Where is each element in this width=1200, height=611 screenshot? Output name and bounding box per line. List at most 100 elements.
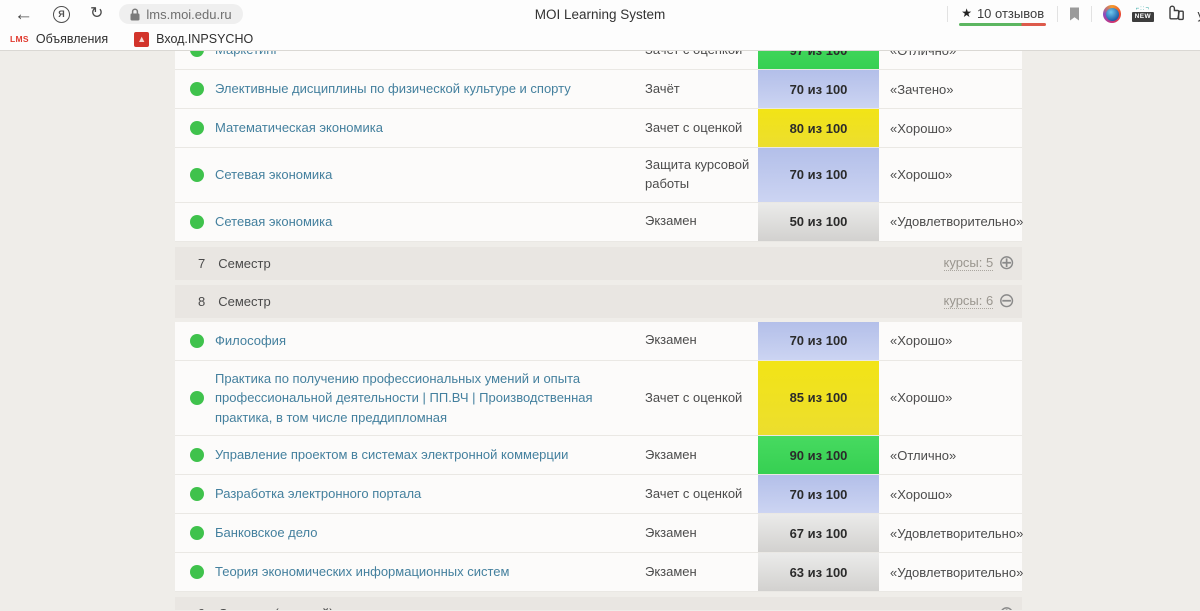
score-cell: 50 из 100	[758, 203, 879, 241]
address-bar[interactable]: lms.moi.edu.ru	[119, 4, 242, 24]
course-row: Математическая экономикаЗачет с оценкой8…	[175, 109, 1022, 148]
status-dot-icon	[190, 565, 204, 579]
reviews-count: 10 отзывов	[977, 6, 1044, 21]
grade-text: «Отлично»	[879, 51, 1022, 58]
new-extension-icon[interactable]: ⌐::¬ NEW	[1132, 6, 1153, 22]
expand-plus-icon[interactable]: ⊕	[998, 604, 1015, 610]
toolbar-right-cluster: ★ 10 отзывов ⌐::¬ NEW у	[947, 0, 1196, 28]
semester-row: 9Семестр (текущий)курсы:⊕	[175, 597, 1022, 610]
status-dot-icon	[190, 51, 204, 57]
exam-type-text: Экзамен	[645, 323, 758, 358]
course-row: Теория экономических информационных сист…	[175, 553, 1022, 592]
exam-type-text: Зачёт	[645, 72, 758, 107]
course-link[interactable]: Математическая экономика	[215, 110, 645, 146]
course-row: Сетевая экономикаЗащита курсовой работы7…	[175, 148, 1022, 203]
semester-number: 7	[198, 256, 205, 271]
course-row: Разработка электронного порталаЗачет с о…	[175, 475, 1022, 514]
reactions-extension-icon[interactable]	[1165, 5, 1187, 23]
course-link[interactable]: Маркетинг	[215, 51, 645, 68]
score-cell: 70 из 100	[758, 148, 879, 202]
grade-text: «Хорошо»	[879, 333, 1022, 348]
bookmarks-bar: LMS Объявления ▲ Вход.INPSYCHO	[0, 28, 1200, 51]
semester-row: 8 Семестр курсы: 6⊖	[175, 285, 1022, 318]
grade-text: «Хорошо»	[879, 487, 1022, 502]
refresh-icon[interactable]: ↻	[90, 6, 103, 22]
course-row: Сетевая экономикаЭкзамен50 из 100«Удовле…	[175, 203, 1022, 242]
status-dot-icon	[190, 487, 204, 501]
exam-type-text: Защита курсовой работы	[645, 148, 758, 202]
yandex-search-icon[interactable]: Я	[53, 6, 70, 23]
course-link[interactable]: Практика по получению профессиональных у…	[215, 361, 645, 436]
collapse-minus-icon[interactable]: ⊖	[998, 291, 1015, 311]
star-icon: ★	[961, 6, 972, 20]
course-link[interactable]: Сетевая экономика	[215, 204, 645, 240]
semester-row: 7Семестркурсы: 5⊕	[175, 247, 1022, 280]
bookmark-item-announcements[interactable]: LMS Объявления	[10, 32, 108, 46]
grade-text: «Удовлетворительно»	[879, 526, 1023, 541]
divider	[1091, 6, 1092, 22]
courses-count-link[interactable]: курсы: 5	[944, 255, 994, 271]
expand-plus-icon[interactable]: ⊕	[998, 253, 1015, 273]
course-row: ФилософияЭкзамен70 из 100«Хорошо»	[175, 322, 1022, 361]
divider	[947, 6, 948, 22]
course-row: Практика по получению профессиональных у…	[175, 361, 1022, 437]
course-row: Элективные дисциплины по физической куль…	[175, 70, 1022, 109]
courses-count-link[interactable]: курсы:	[954, 606, 993, 610]
status-dot-icon	[190, 168, 204, 182]
score-cell: 85 из 100	[758, 361, 879, 436]
back-icon[interactable]: ←	[14, 5, 33, 24]
reviews-rating[interactable]: ★ 10 отзывов	[959, 6, 1046, 23]
inpsycho-favicon: ▲	[134, 32, 149, 47]
course-link[interactable]: Разработка электронного портала	[215, 476, 645, 512]
grade-text: «Зачтено»	[879, 82, 1022, 97]
lock-icon	[130, 8, 140, 21]
exam-type-text: Экзамен	[645, 438, 758, 473]
exam-type-text: Зачет с оценкой	[645, 111, 758, 146]
score-cell: 70 из 100	[758, 475, 879, 513]
page-content: МаркетингЗачет с оценкой97 из 100«Отличн…	[0, 51, 1200, 610]
semester-number: 8	[198, 294, 205, 309]
exam-type-text: Экзамен	[645, 204, 758, 239]
status-dot-icon	[190, 121, 204, 135]
bookmark-item-inpsycho[interactable]: ▲ Вход.INPSYCHO	[134, 32, 253, 47]
grade-text: «Хорошо»	[879, 167, 1022, 182]
exam-type-text: Зачет с оценкой	[645, 51, 758, 67]
url-text: lms.moi.edu.ru	[146, 7, 231, 22]
lms-favicon: LMS	[10, 34, 29, 44]
score-cell: 97 из 100	[758, 51, 879, 69]
status-dot-icon	[190, 334, 204, 348]
browser-orb-extension-icon[interactable]	[1103, 5, 1121, 23]
course-link[interactable]: Банковское дело	[215, 515, 645, 551]
exam-type-text: Зачет с оценкой	[645, 477, 758, 512]
semester-label: Семестр	[218, 294, 270, 309]
status-dot-icon	[190, 391, 204, 405]
exam-type-text: Экзамен	[645, 516, 758, 551]
status-dot-icon	[190, 526, 204, 540]
course-link[interactable]: Сетевая экономика	[215, 157, 645, 193]
course-row: МаркетингЗачет с оценкой97 из 100«Отличн…	[175, 51, 1022, 70]
score-cell: 70 из 100	[758, 70, 879, 108]
course-link[interactable]: Теория экономических информационных сист…	[215, 554, 645, 590]
score-cell: 90 из 100	[758, 436, 879, 474]
browser-toolbar: ← Я ↻ lms.moi.edu.ru MOI Learning System…	[0, 0, 1200, 28]
exam-type-text: Экзамен	[645, 555, 758, 590]
status-dot-icon	[190, 82, 204, 96]
score-cell: 70 из 100	[758, 322, 879, 360]
grade-text: «Хорошо»	[879, 121, 1022, 136]
grade-text: «Удовлетворительно»	[879, 565, 1023, 580]
semester-number: 9	[198, 606, 205, 610]
page-title: MOI Learning System	[535, 7, 666, 22]
status-dot-icon	[190, 448, 204, 462]
courses-count-link[interactable]: курсы: 6	[944, 293, 994, 309]
status-dot-icon	[190, 215, 204, 229]
grade-text: «Удовлетворительно»	[879, 214, 1023, 229]
divider	[1057, 6, 1058, 22]
score-cell: 80 из 100	[758, 109, 879, 147]
grades-table: МаркетингЗачет с оценкой97 из 100«Отличн…	[175, 51, 1022, 610]
course-link[interactable]: Элективные дисциплины по физической куль…	[215, 71, 645, 107]
bookmark-flag-icon[interactable]	[1069, 7, 1080, 21]
grade-text: «Отлично»	[879, 448, 1022, 463]
course-link[interactable]: Философия	[215, 323, 645, 359]
course-row: Управление проектом в системах электронн…	[175, 436, 1022, 475]
course-link[interactable]: Управление проектом в системах электронн…	[215, 437, 645, 473]
